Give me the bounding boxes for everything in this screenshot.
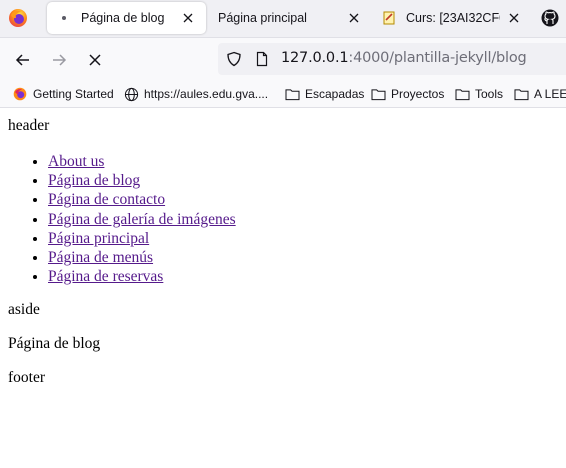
nav-link-contacto[interactable]: Página de contacto bbox=[48, 191, 165, 208]
page-content: header About us Página de blog Página de… bbox=[0, 108, 566, 468]
tab-strip: Página de blog Página principal Curs: [2… bbox=[0, 0, 566, 38]
list-item: Página de menús bbox=[48, 248, 236, 267]
tab-pagina-principal[interactable]: Página principal bbox=[208, 2, 372, 34]
forward-button[interactable] bbox=[47, 48, 71, 72]
firefox-menu-icon[interactable] bbox=[8, 8, 28, 28]
bookmark-folder-escapadas[interactable]: Escapadas bbox=[284, 85, 364, 103]
bookmark-folder-tools[interactable]: Tools bbox=[454, 85, 503, 103]
assignment-icon bbox=[382, 11, 396, 25]
bookmark-label: Tools bbox=[475, 87, 504, 101]
aside-text: aside bbox=[8, 301, 40, 318]
bookmark-label: https://aules.edu.gva.... bbox=[144, 87, 269, 101]
list-item: Página de reservas bbox=[48, 267, 236, 286]
tab-title: Página de blog bbox=[81, 11, 165, 25]
globe-icon bbox=[123, 86, 139, 102]
close-tab-icon[interactable] bbox=[506, 10, 522, 26]
bookmark-aules[interactable]: https://aules.edu.gva.... bbox=[123, 85, 268, 103]
folder-icon bbox=[513, 86, 529, 102]
list-item: Página de blog bbox=[48, 171, 236, 190]
tab-title: Curs: [23AI32CF006] bbox=[406, 11, 500, 25]
bookmark-label: Escapadas bbox=[305, 87, 365, 101]
list-item: Página de galería de imágenes bbox=[48, 210, 236, 229]
loading-dot-icon bbox=[57, 11, 71, 25]
url-text[interactable]: 127.0.0.1:4000/plantilla-jekyll/blog bbox=[281, 50, 527, 66]
stop-loading-button[interactable] bbox=[83, 48, 107, 72]
nav-link-reservas[interactable]: Página de reservas bbox=[48, 268, 163, 285]
folder-icon bbox=[284, 86, 300, 102]
nav-link-principal[interactable]: Página principal bbox=[48, 230, 149, 247]
github-tab-icon[interactable] bbox=[541, 9, 559, 27]
nav-link-about-us[interactable]: About us bbox=[48, 153, 104, 170]
firefox-icon bbox=[12, 86, 28, 102]
back-button[interactable] bbox=[11, 48, 35, 72]
tab-pagina-de-blog[interactable]: Página de blog bbox=[47, 2, 206, 34]
tracking-protection-shield-icon[interactable] bbox=[226, 51, 242, 72]
tab-title: Página principal bbox=[218, 11, 307, 25]
bookmark-label: Getting Started bbox=[33, 87, 114, 101]
bookmark-label: Proyectos bbox=[391, 87, 445, 101]
bookmark-label: A LEER bbox=[534, 87, 566, 101]
folder-icon bbox=[370, 86, 386, 102]
nav-link-blog[interactable]: Página de blog bbox=[48, 172, 140, 189]
navigation-toolbar: 127.0.0.1:4000/plantilla-jekyll/blog bbox=[0, 38, 566, 81]
list-item: Página de contacto bbox=[48, 190, 236, 209]
nav-link-galeria[interactable]: Página de galería de imágenes bbox=[48, 211, 236, 228]
header-text: header bbox=[8, 117, 50, 134]
main-text: Página de blog bbox=[8, 335, 101, 352]
bookmark-folder-a-leer[interactable]: A LEER bbox=[513, 85, 566, 103]
nav-link-menus[interactable]: Página de menús bbox=[48, 249, 153, 266]
close-tab-icon[interactable] bbox=[180, 10, 196, 26]
list-item: Página principal bbox=[48, 229, 236, 248]
bookmarks-toolbar: Getting Started https://aules.edu.gva...… bbox=[0, 81, 566, 108]
bookmark-getting-started[interactable]: Getting Started bbox=[12, 85, 114, 103]
url-host: 127.0.0.1 bbox=[281, 50, 349, 66]
address-bar[interactable]: 127.0.0.1:4000/plantilla-jekyll/blog bbox=[218, 43, 566, 75]
page-info-icon[interactable] bbox=[254, 51, 270, 72]
bookmark-folder-proyectos[interactable]: Proyectos bbox=[370, 85, 444, 103]
folder-icon bbox=[454, 86, 470, 102]
site-nav-list: About us Página de blog Página de contac… bbox=[8, 152, 236, 286]
list-item: About us bbox=[48, 152, 236, 171]
url-path: :4000/plantilla-jekyll/blog bbox=[348, 50, 527, 66]
close-tab-icon[interactable] bbox=[346, 10, 362, 26]
tab-curs[interactable]: Curs: [23AI32CF006] bbox=[372, 2, 532, 34]
footer-text: footer bbox=[8, 369, 46, 386]
